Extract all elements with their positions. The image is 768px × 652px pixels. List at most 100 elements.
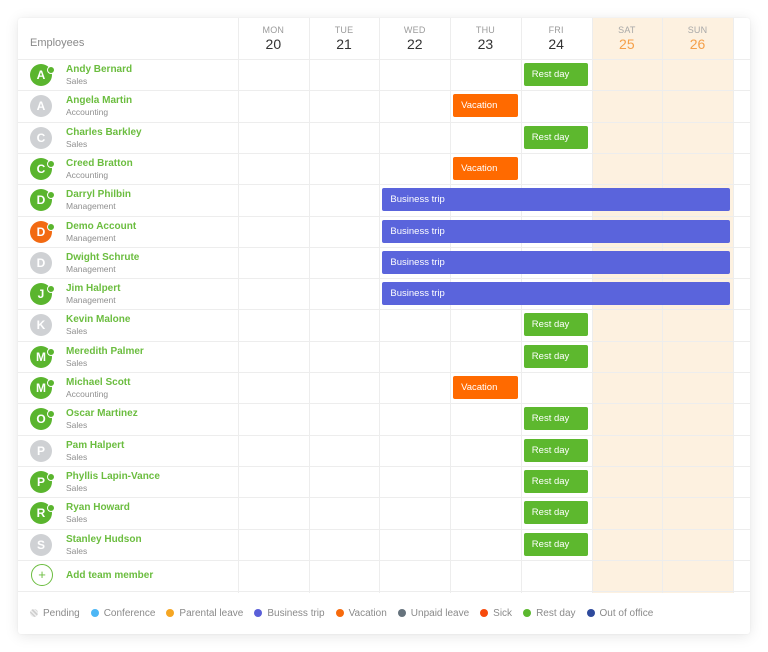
legend-item-conference[interactable]: Conference (90, 608, 155, 619)
legend-item-parental-leave[interactable]: Parental leave (166, 608, 243, 619)
employee-row[interactable]: A Angela Martin Accounting (18, 90, 238, 121)
event-rest-day[interactable]: Rest day (523, 532, 589, 556)
avatar[interactable]: R (30, 502, 55, 525)
legend-label: Unpaid leave (410, 607, 470, 619)
avatar-initial: P (36, 443, 45, 458)
event-vacation[interactable]: Vacation (453, 94, 518, 118)
avatar[interactable]: M (30, 377, 55, 399)
employee-row[interactable]: D Demo Account Management (18, 216, 238, 247)
employee-row[interactable]: O Oscar Martinez Sales (18, 403, 238, 434)
online-status-icon (47, 379, 55, 387)
employee-row[interactable]: J Jim Halpert Management (18, 278, 238, 309)
employee-name[interactable]: Darryl Philbin (66, 189, 131, 200)
event-business-trip[interactable]: Business trip (382, 188, 730, 212)
day-header-sat[interactable]: SAT 25 (592, 18, 663, 59)
event-rest-day[interactable]: Rest day (523, 407, 589, 431)
employee-name[interactable]: Andy Bernard (66, 64, 132, 75)
event-business-trip[interactable]: Business trip (382, 250, 730, 274)
legend-item-vacation[interactable]: Vacation (335, 608, 387, 619)
avatar[interactable]: O (30, 408, 55, 431)
employee-name[interactable]: Ryan Howard (66, 502, 130, 513)
avatar[interactable]: D (30, 220, 55, 243)
employee-name[interactable]: Jim Halpert (66, 283, 120, 294)
employee-row[interactable]: M Meredith Palmer Sales (18, 341, 238, 372)
employee-row[interactable]: R Ryan Howard Sales (18, 497, 238, 528)
employee-name[interactable]: Charles Barkley (66, 127, 142, 138)
day-date: 24 (548, 36, 564, 52)
avatar-initial: R (36, 506, 46, 521)
day-header-mon[interactable]: MON 20 (238, 18, 309, 59)
legend-item-sick[interactable]: Sick (480, 608, 512, 619)
avatar[interactable]: C (30, 157, 55, 180)
legend-label: Sick (493, 607, 513, 619)
employee-row[interactable]: D Darryl Philbin Management (18, 184, 238, 215)
legend-item-rest-day[interactable]: Rest day (523, 608, 576, 619)
day-header-wed[interactable]: WED 22 (379, 18, 450, 59)
online-status-icon (47, 347, 55, 356)
avatar[interactable]: M (30, 345, 55, 368)
avatar[interactable]: C (30, 126, 52, 149)
avatar[interactable]: D (30, 251, 52, 274)
employee-name[interactable]: Michael Scott (66, 377, 130, 388)
employee-row[interactable]: S Stanley Hudson Sales (18, 529, 238, 560)
event-rest-day[interactable]: Rest day (523, 63, 589, 86)
employee-name[interactable]: Phyllis Lapin-Vance (66, 471, 160, 482)
avatar[interactable]: P (30, 470, 55, 493)
plus-icon[interactable]: + (31, 563, 53, 586)
employee-name[interactable]: Angela Martin (66, 95, 132, 106)
hatched-dot-icon (30, 609, 38, 617)
avatar[interactable]: S (30, 533, 52, 556)
employee-row[interactable]: P Phyllis Lapin-Vance Sales (18, 466, 238, 497)
day-header-sun[interactable]: SUN 26 (662, 18, 733, 59)
event-business-trip[interactable]: Business trip (382, 282, 730, 306)
avatar[interactable]: J (30, 283, 55, 306)
legend-item-pending[interactable]: Pending (30, 608, 80, 619)
day-name: TUE (334, 25, 354, 35)
event-rest-day[interactable]: Rest day (523, 501, 589, 525)
employee-row[interactable]: M Michael Scott Accounting (18, 372, 238, 403)
employee-row[interactable]: C Creed Bratton Accounting (18, 153, 238, 184)
employee-name[interactable]: Kevin Malone (66, 314, 130, 325)
add-team-member-link[interactable]: Add team member (66, 570, 153, 581)
employee-name[interactable]: Pam Halpert (66, 440, 124, 451)
employee-name[interactable]: Stanley Hudson (66, 534, 142, 545)
employee-row[interactable]: K Kevin Malone Sales (18, 309, 238, 340)
employee-department: Sales (66, 451, 88, 462)
grid-divider (662, 18, 664, 593)
employee-row[interactable]: C Charles Barkley Sales (18, 122, 238, 153)
event-rest-day[interactable]: Rest day (523, 438, 589, 462)
employee-name[interactable]: Creed Bratton (66, 158, 133, 169)
add-team-member-row[interactable]: + Add team member (18, 560, 238, 591)
avatar[interactable]: D (30, 189, 55, 212)
day-name: FRI (548, 25, 564, 35)
employee-name[interactable]: Dwight Schrute (66, 252, 139, 263)
event-vacation[interactable]: Vacation (453, 156, 518, 180)
employee-name[interactable]: Meredith Palmer (66, 346, 144, 357)
employee-row[interactable]: A Andy Bernard Sales (18, 59, 238, 90)
legend-item-business-trip[interactable]: Business trip (254, 608, 325, 619)
day-name: SUN (687, 25, 708, 35)
avatar[interactable]: K (30, 314, 52, 337)
avatar-initial: P (36, 474, 45, 489)
event-rest-day[interactable]: Rest day (523, 344, 589, 368)
event-rest-day[interactable]: Rest day (523, 469, 589, 493)
avatar[interactable]: P (30, 439, 52, 462)
avatar[interactable]: A (30, 64, 55, 86)
employee-department: Accounting (66, 389, 109, 399)
legend-item-out-of-office[interactable]: Out of office (586, 608, 653, 619)
day-header-fri[interactable]: FRI 24 (521, 18, 592, 59)
day-header-tue[interactable]: TUE 21 (309, 18, 380, 59)
day-header-thu[interactable]: THU 23 (450, 18, 521, 59)
event-business-trip[interactable]: Business trip (382, 219, 730, 243)
event-rest-day[interactable]: Rest day (523, 313, 589, 337)
employee-department: Management (66, 232, 116, 243)
event-vacation[interactable]: Vacation (453, 376, 518, 399)
legend-item-unpaid-leave[interactable]: Unpaid leave (397, 607, 470, 619)
event-rest-day[interactable]: Rest day (523, 125, 589, 149)
employee-row[interactable]: P Pam Halpert Sales (18, 435, 238, 466)
employee-name[interactable]: Oscar Martinez (66, 408, 138, 419)
employee-row[interactable]: D Dwight Schrute Management (18, 247, 238, 278)
avatar[interactable]: A (30, 95, 52, 118)
employee-name[interactable]: Demo Account (66, 221, 136, 232)
employee-department: Management (66, 263, 116, 274)
